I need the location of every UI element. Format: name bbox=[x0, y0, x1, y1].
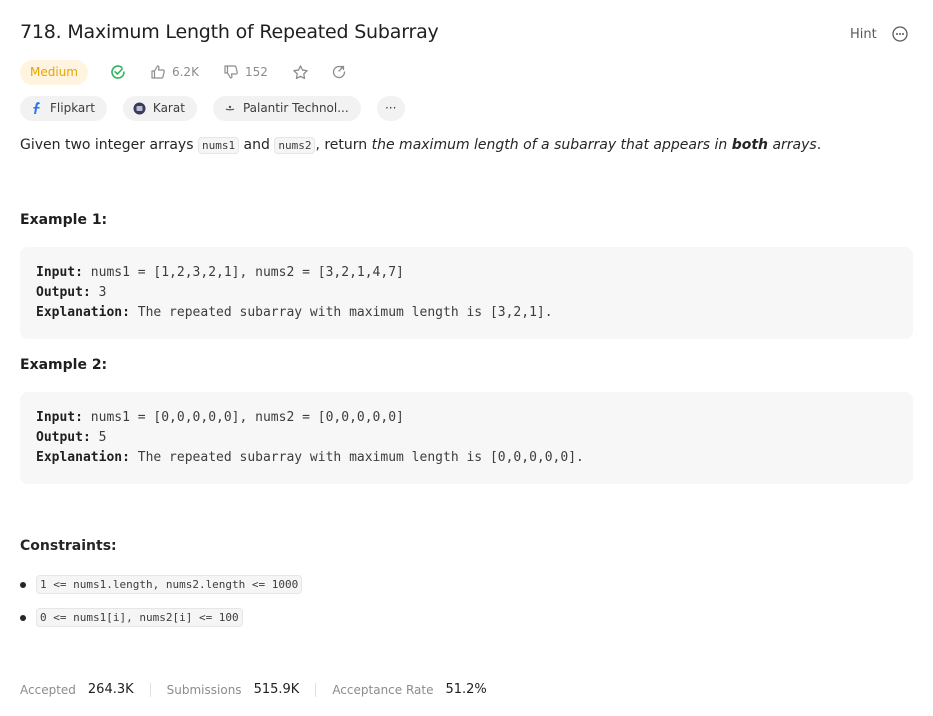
example-2-heading: Example 2: bbox=[20, 357, 108, 373]
like-button[interactable]: 6.2K bbox=[150, 64, 199, 80]
palantir-logo-icon bbox=[223, 101, 237, 115]
thumbs-up-icon bbox=[151, 65, 165, 79]
favorite-button[interactable] bbox=[292, 64, 309, 81]
inline-code-nums2: nums2 bbox=[274, 137, 316, 154]
example-output: 3 bbox=[90, 285, 107, 300]
company-tag-flipkart[interactable]: Flipkart bbox=[20, 95, 107, 121]
explanation-label: Explanation: bbox=[36, 305, 130, 320]
problem-description: Given two integer arrays nums1 and nums2… bbox=[20, 137, 822, 154]
explanation-label: Explanation: bbox=[36, 450, 130, 465]
bullet-icon bbox=[20, 614, 26, 621]
share-icon bbox=[332, 65, 345, 79]
company-name: Palantir Technol... bbox=[242, 101, 349, 115]
desc-text: and bbox=[239, 137, 275, 153]
dislike-button[interactable]: 152 bbox=[223, 64, 268, 80]
share-button[interactable] bbox=[331, 64, 347, 80]
solved-icon bbox=[110, 64, 126, 80]
thumbs-down-icon bbox=[224, 65, 238, 79]
inline-code-nums1: nums1 bbox=[197, 137, 240, 154]
accepted-value: 264.3K bbox=[87, 682, 134, 697]
input-label: Input: bbox=[36, 265, 83, 280]
company-name: Flipkart bbox=[50, 101, 95, 115]
problem-meta-row: Medium 6.2K 152 bbox=[20, 59, 347, 85]
constraint-item: 1 <= nums1.length, nums2.length <= 1000 bbox=[20, 575, 303, 594]
company-tag-palantir[interactable]: Palantir Technol... bbox=[212, 95, 361, 121]
difficulty-badge: Medium bbox=[20, 59, 88, 85]
acceptance-rate-label: Acceptance Rate bbox=[332, 682, 434, 697]
desc-text: Given two integer arrays bbox=[20, 137, 198, 153]
bullet-icon bbox=[20, 581, 26, 588]
submissions-label: Submissions bbox=[166, 682, 242, 697]
acceptance-rate-value: 51.2% bbox=[445, 682, 487, 697]
constraint-code: 1 <= nums1.length, nums2.length <= 1000 bbox=[36, 575, 303, 594]
desc-text: , return bbox=[315, 137, 372, 153]
constraints-heading: Constraints: bbox=[20, 538, 117, 554]
example-2-block: Input: nums1 = [0,0,0,0,0], nums2 = [0,0… bbox=[20, 392, 913, 484]
star-icon bbox=[293, 64, 308, 79]
company-tags: Flipkart Karat Palantir Technol... ··· bbox=[20, 95, 421, 121]
example-1-heading: Example 1: bbox=[20, 212, 108, 228]
flipkart-logo-icon bbox=[30, 101, 44, 115]
desc-strong: both bbox=[731, 137, 768, 153]
divider bbox=[315, 682, 317, 697]
like-count: 6.2K bbox=[171, 65, 199, 79]
example-input: nums1 = [1,2,3,2,1], nums2 = [3,2,1,4,7] bbox=[82, 265, 404, 280]
more-options-icon[interactable] bbox=[892, 26, 908, 42]
company-name: Karat bbox=[152, 101, 185, 115]
output-label: Output: bbox=[36, 430, 91, 445]
input-label: Input: bbox=[36, 410, 83, 425]
hint-button[interactable]: Hint bbox=[850, 27, 877, 42]
constraint-code: 0 <= nums1[i], nums2[i] <= 100 bbox=[36, 608, 243, 627]
example-input: nums1 = [0,0,0,0,0], nums2 = [0,0,0,0,0] bbox=[82, 410, 404, 425]
example-explanation: The repeated subarray with maximum lengt… bbox=[129, 450, 584, 465]
example-output: 5 bbox=[90, 430, 107, 445]
stats-bar: Accepted 264.3K Submissions 515.9K Accep… bbox=[20, 682, 487, 697]
karat-logo-icon bbox=[133, 101, 147, 115]
example-explanation: The repeated subarray with maximum lengt… bbox=[129, 305, 553, 320]
output-label: Output: bbox=[36, 285, 91, 300]
example-1-block: Input: nums1 = [1,2,3,2,1], nums2 = [3,2… bbox=[20, 247, 913, 339]
company-tag-karat[interactable]: Karat bbox=[122, 95, 197, 121]
submissions-value: 515.9K bbox=[253, 682, 300, 697]
desc-emphasis: the maximum length of a subarray that ap… bbox=[371, 137, 817, 153]
constraint-item: 0 <= nums1[i], nums2[i] <= 100 bbox=[20, 608, 243, 627]
accepted-label: Accepted bbox=[20, 682, 76, 697]
more-companies-button[interactable]: ··· bbox=[376, 95, 405, 121]
ellipsis-icon: ··· bbox=[384, 101, 397, 115]
desc-text: . bbox=[816, 137, 822, 153]
divider bbox=[149, 682, 151, 697]
dislike-count: 152 bbox=[244, 65, 268, 79]
problem-title: 718. Maximum Length of Repeated Subarray bbox=[20, 21, 439, 43]
